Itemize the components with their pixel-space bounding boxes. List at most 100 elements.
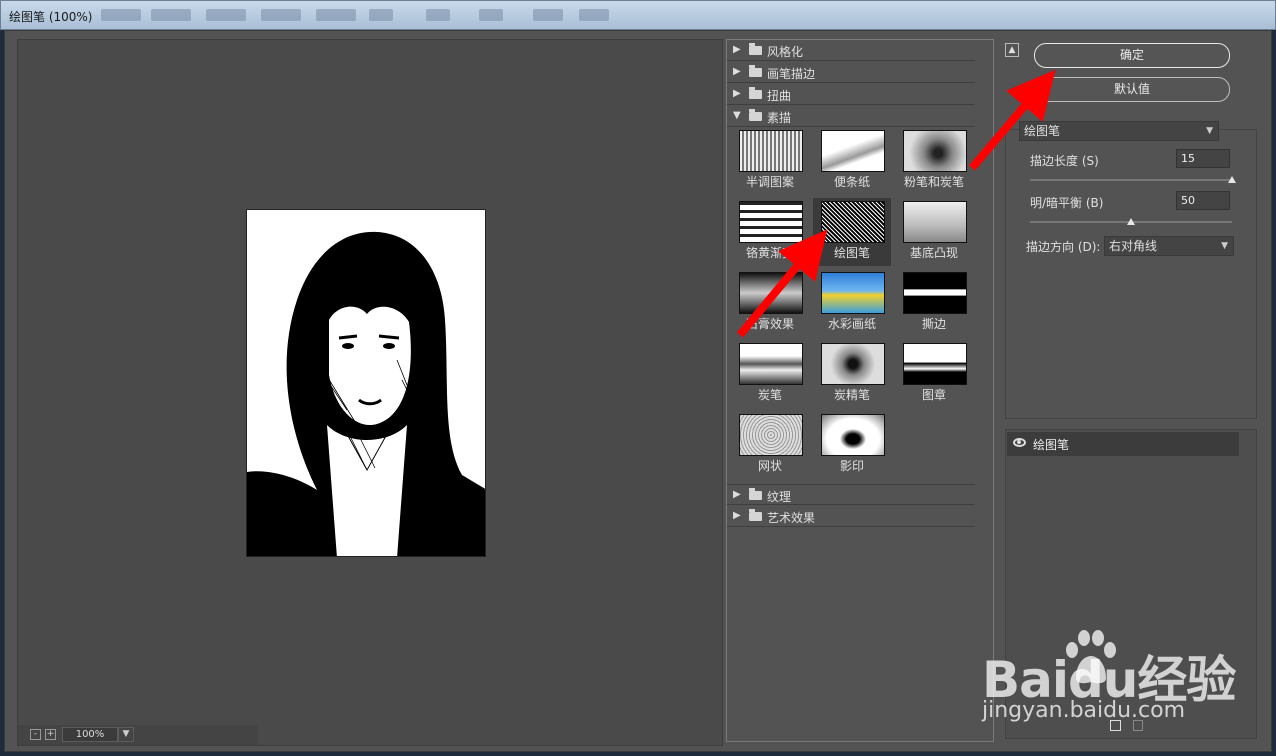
category-texture[interactable]: ▶ 纹理 bbox=[727, 484, 975, 505]
blurred-menu bbox=[579, 9, 609, 21]
category-label: 扭曲 bbox=[767, 89, 792, 103]
blurred-menu bbox=[261, 9, 301, 21]
category-label: 素描 bbox=[767, 111, 792, 125]
folder-icon bbox=[749, 43, 762, 55]
filter-thumb[interactable]: 撕边 bbox=[895, 269, 973, 337]
blurred-menu bbox=[479, 9, 503, 21]
filter-label: 水彩画纸 bbox=[827, 317, 876, 331]
balance-label: 明/暗平衡 (B) bbox=[1030, 196, 1104, 210]
filter-preview bbox=[821, 414, 885, 456]
filter-preview bbox=[903, 201, 967, 243]
filter-thumb[interactable]: 炭精笔 bbox=[813, 340, 891, 408]
filter-label: 炭笔 bbox=[757, 388, 782, 402]
blurred-menu bbox=[533, 9, 563, 21]
zoom-dropdown[interactable]: ▼ bbox=[118, 727, 134, 742]
filter-label: 绘图笔 bbox=[833, 246, 870, 260]
expand-arrow-icon: ▶ bbox=[733, 88, 741, 99]
slider-knob[interactable] bbox=[1127, 218, 1135, 225]
stroke-length-input[interactable]: 15 bbox=[1176, 149, 1230, 168]
filter-preview bbox=[821, 201, 885, 243]
folder-icon bbox=[749, 509, 762, 521]
filter-preview bbox=[903, 130, 967, 172]
zoom-in-button[interactable]: + bbox=[45, 729, 56, 740]
blurred-menu bbox=[151, 9, 191, 21]
filter-preview bbox=[739, 343, 803, 385]
category-brush-strokes[interactable]: ▶ 画笔描边 bbox=[727, 62, 975, 83]
filter-label: 影印 bbox=[839, 459, 864, 473]
stroke-length-label: 描边长度 (S) bbox=[1030, 154, 1099, 168]
chevron-up-icon: ▲ bbox=[1008, 45, 1016, 55]
category-stylize[interactable]: ▶ 风格化 bbox=[727, 40, 975, 61]
collapse-gallery-button[interactable]: ▲ bbox=[1005, 43, 1019, 57]
filter-thumb-selected[interactable]: 绘图笔 bbox=[813, 198, 891, 266]
zoom-level[interactable]: 100% bbox=[62, 727, 118, 742]
filter-settings: 绘图笔 ▼ 描边长度 (S) 15 明/暗平衡 (B) 50 描边方向 (D):… bbox=[1005, 121, 1257, 419]
blurred-menu bbox=[101, 9, 141, 21]
default-button[interactable]: 默认值 bbox=[1034, 77, 1230, 102]
baidu-watermark: Baidu经验 jingyan.baidu.com bbox=[940, 620, 1240, 730]
filter-preview bbox=[739, 414, 803, 456]
category-label: 画笔描边 bbox=[767, 67, 816, 81]
filter-thumb[interactable]: 图章 bbox=[895, 340, 973, 408]
category-distort[interactable]: ▶ 扭曲 bbox=[727, 84, 975, 105]
filter-preview bbox=[739, 272, 803, 314]
filter-preview bbox=[739, 201, 803, 243]
filter-preview bbox=[903, 272, 967, 314]
filter-select[interactable]: 绘图笔 ▼ bbox=[1019, 121, 1219, 141]
filter-label: 网状 bbox=[757, 459, 782, 473]
title-bar: 绘图笔 (100%) bbox=[0, 0, 1276, 30]
filter-thumb[interactable]: 影印 bbox=[813, 411, 891, 479]
blurred-menu bbox=[369, 9, 393, 21]
filter-thumb[interactable]: 炭笔 bbox=[731, 340, 809, 408]
filter-thumb[interactable]: 石膏效果 bbox=[731, 269, 809, 337]
filter-label: 图章 bbox=[921, 388, 946, 402]
watermark-url: jingyan.baidu.com bbox=[982, 698, 1186, 723]
chevron-down-icon: ▼ bbox=[122, 729, 130, 739]
filter-label: 炭精笔 bbox=[833, 388, 870, 402]
category-artistic[interactable]: ▶ 艺术效果 bbox=[727, 506, 975, 527]
filter-thumb[interactable]: 水彩画纸 bbox=[813, 269, 891, 337]
filter-label: 撕边 bbox=[921, 317, 946, 331]
preview-area[interactable]: - + 100% ▼ bbox=[17, 39, 723, 746]
filter-thumb[interactable]: 粉笔和炭笔 bbox=[895, 127, 973, 195]
filter-thumb[interactable]: 网状 bbox=[731, 411, 809, 479]
filter-thumb[interactable]: 铬黄渐变 bbox=[731, 198, 809, 266]
filter-thumb[interactable]: 半调图案 bbox=[731, 127, 809, 195]
category-label: 艺术效果 bbox=[767, 511, 816, 525]
expand-arrow-icon: ▶ bbox=[733, 510, 741, 521]
chevron-down-icon: ▼ bbox=[1206, 126, 1213, 136]
ok-button[interactable]: 确定 bbox=[1034, 43, 1230, 68]
open-folder-icon bbox=[749, 109, 762, 121]
stroke-direction-select[interactable]: 右对角线 ▼ bbox=[1104, 236, 1234, 256]
filter-label: 石膏效果 bbox=[745, 317, 794, 331]
effect-layer-label: 绘图笔 bbox=[1033, 438, 1070, 452]
category-sketch[interactable]: ▼ 素描 bbox=[727, 106, 975, 127]
category-label: 风格化 bbox=[767, 45, 804, 59]
filter-thumb[interactable]: 基底凸现 bbox=[895, 198, 973, 266]
category-label: 纹理 bbox=[767, 490, 792, 504]
expand-arrow-icon: ▶ bbox=[733, 66, 741, 77]
slider-knob[interactable] bbox=[1228, 176, 1236, 183]
balance-input[interactable]: 50 bbox=[1176, 191, 1230, 210]
zoom-out-button[interactable]: - bbox=[30, 729, 41, 740]
blurred-menu bbox=[426, 9, 450, 21]
eye-icon[interactable] bbox=[1013, 438, 1026, 447]
filter-preview bbox=[739, 130, 803, 172]
stroke-direction-label: 描边方向 (D): bbox=[1026, 240, 1101, 254]
folder-icon bbox=[749, 87, 762, 99]
window-title: 绘图笔 (100%) bbox=[9, 10, 93, 24]
balance-slider[interactable] bbox=[1030, 218, 1232, 225]
blurred-menu bbox=[316, 9, 356, 21]
filter-label: 基底凸现 bbox=[909, 246, 958, 260]
folder-icon bbox=[749, 488, 762, 500]
effect-layer-row[interactable]: 绘图笔 bbox=[1007, 432, 1239, 456]
filter-preview bbox=[821, 272, 885, 314]
collapse-arrow-icon: ▼ bbox=[733, 110, 741, 121]
filter-preview bbox=[903, 343, 967, 385]
preview-image bbox=[246, 209, 486, 557]
stroke-length-slider[interactable] bbox=[1030, 176, 1236, 183]
filter-label: 半调图案 bbox=[745, 175, 794, 189]
filter-label: 粉笔和炭笔 bbox=[903, 175, 964, 189]
filter-thumb[interactable]: 便条纸 bbox=[813, 127, 891, 195]
zoom-bar: - + 100% ▼ bbox=[18, 725, 258, 745]
